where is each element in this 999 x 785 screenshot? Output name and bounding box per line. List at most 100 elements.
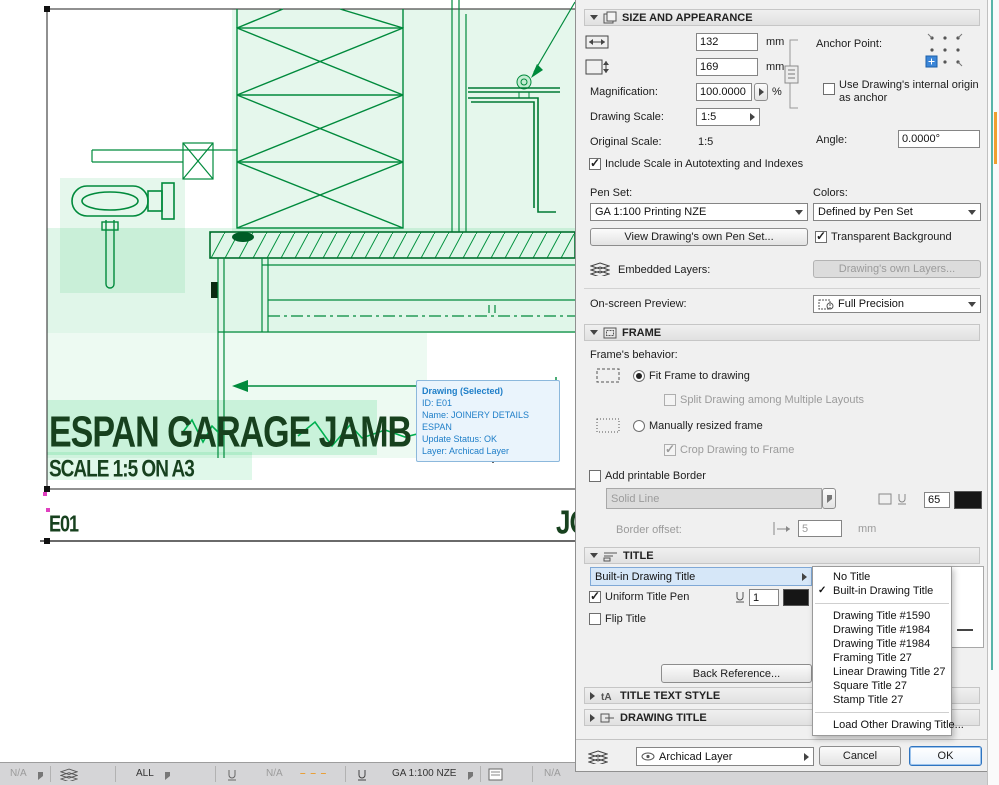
layer-icon [588, 750, 608, 764]
document-icon[interactable] [488, 768, 503, 781]
title-icon [603, 552, 617, 561]
drawing-width-icon [585, 35, 609, 49]
colors-dropdown[interactable]: Defined by Pen Set [813, 203, 981, 221]
drawing-title-text: ESPAN GARAGE JAMB [49, 408, 412, 457]
pen-icon[interactable] [226, 769, 238, 781]
menu-item[interactable]: ✓ Built-in Drawing Title [813, 584, 951, 598]
section-title: TITLE TEXT STYLE [620, 689, 721, 702]
drawing-scale-dropdown[interactable]: 1:5 [696, 108, 760, 126]
statusbar-pen-set[interactable]: GA 1:100 NZE [392, 768, 456, 779]
dropdown-arrow-icon [968, 209, 976, 215]
menu-separator [815, 603, 949, 604]
manual-frame-radio[interactable] [633, 420, 645, 432]
statusbar-arrow-icon[interactable] [38, 772, 43, 780]
anchor-point-selector[interactable] [924, 31, 964, 69]
preview-label: On-screen Preview: [590, 298, 687, 310]
menu-item[interactable]: Square Title 27 [813, 679, 951, 693]
collapse-arrow-icon [590, 713, 595, 722]
pen-set-value: GA 1:100 Printing NZE [595, 206, 707, 218]
split-drawing-checkbox[interactable] [664, 394, 676, 406]
colors-label: Colors: [813, 187, 848, 199]
section-header-title[interactable]: TITLE [584, 547, 980, 564]
eye-icon [641, 752, 655, 761]
archicad-window: ESPAN GARAGE JAMB SCALE 1:5 ON A3 E01 JO… [0, 0, 999, 785]
section-header-size-appearance[interactable]: SIZE AND APPEARANCE [584, 9, 980, 26]
preview-value: Full Precision [838, 298, 905, 310]
magnification-input[interactable] [696, 83, 752, 101]
border-pen-input[interactable] [924, 492, 950, 508]
tooltip-id: ID: E01 [422, 398, 453, 408]
crop-drawing-label: Crop Drawing to Frame [680, 444, 795, 456]
menu-item[interactable]: Drawing Title #1984 [813, 637, 951, 651]
transparent-background-checkbox[interactable] [815, 229, 827, 243]
menu-item[interactable]: Drawing Title #1984 [813, 623, 951, 637]
view-pen-set-button[interactable]: View Drawing's own Pen Set... [590, 228, 808, 246]
border-line-type-value: Solid Line [611, 492, 660, 505]
drawing-canvas[interactable]: ESPAN GARAGE JAMB SCALE 1:5 ON A3 E01 JO… [0, 0, 575, 762]
use-origin-label: Use Drawing's internal origin as anchor [839, 79, 979, 104]
statusbar-dashes: – – – [300, 768, 328, 779]
section-header-frame[interactable]: FRAME [584, 324, 980, 341]
pen-set-dropdown[interactable]: GA 1:100 Printing NZE [590, 203, 808, 221]
view-pen-set-label: View Drawing's own Pen Set... [624, 231, 774, 243]
statusbar-field-3[interactable]: N/A [544, 768, 561, 779]
title-type-dropdown[interactable]: Built-in Drawing Title [590, 567, 812, 586]
border-line-type-dropdown[interactable]: Solid Line [606, 488, 822, 509]
width-input[interactable] [696, 33, 758, 51]
clipped-drawing-title: JO [556, 503, 575, 542]
menu-item[interactable]: Drawing Title #1590 [813, 609, 951, 623]
original-scale-label: Original Scale: [590, 136, 662, 148]
statusbar-separator [480, 766, 481, 782]
statusbar-arrow-icon[interactable] [468, 772, 473, 780]
title-pen-input[interactable] [749, 589, 779, 606]
uniform-title-pen-checkbox[interactable] [589, 589, 601, 603]
back-reference-label: Back Reference... [692, 667, 781, 680]
menu-item[interactable]: Linear Drawing Title 27 [813, 665, 951, 679]
crop-drawing-checkbox[interactable] [664, 442, 676, 456]
statusbar-layer-filter[interactable]: ALL [136, 768, 154, 779]
height-input[interactable] [696, 58, 758, 76]
flip-title-checkbox[interactable] [589, 613, 601, 625]
title-dropdown-menu: No Title ✓ Built-in Drawing Title Drawin… [812, 566, 964, 736]
add-border-label: Add printable Border [605, 470, 706, 482]
cancel-button[interactable]: Cancel [819, 746, 901, 766]
border-line-flyout-button[interactable] [822, 488, 836, 509]
title-type-value: Built-in Drawing Title [595, 570, 696, 583]
magnification-flyout-button[interactable] [754, 83, 768, 101]
own-layers-button[interactable]: Drawing's own Layers... [813, 260, 981, 278]
statusbar-arrow-icon[interactable] [165, 772, 170, 780]
ok-button[interactable]: OK [909, 746, 982, 766]
layer-dropdown[interactable]: Archicad Layer [636, 747, 814, 766]
fit-frame-radio[interactable] [633, 370, 645, 382]
border-pen-color-swatch[interactable] [954, 491, 982, 509]
statusbar-field-2[interactable]: N/A [266, 768, 283, 779]
layers-icon[interactable] [60, 768, 78, 781]
include-scale-checkbox[interactable] [589, 156, 601, 170]
border-offset-input[interactable] [798, 520, 842, 537]
title-pen-icon [736, 592, 744, 603]
title-pen-color-swatch[interactable] [783, 589, 809, 606]
pen-set-icon[interactable] [356, 769, 368, 781]
keep-proportions-chain-icon[interactable] [782, 36, 804, 112]
pen-set-label: Pen Set: [590, 187, 633, 199]
use-origin-checkbox[interactable] [823, 83, 835, 95]
back-reference-button[interactable]: Back Reference... [661, 664, 812, 683]
statusbar-field-1[interactable]: N/A [10, 768, 27, 779]
border-offset-icon [773, 522, 790, 535]
collapse-arrow-icon [590, 691, 595, 700]
title-preview-mark [957, 629, 973, 631]
angle-input[interactable] [898, 130, 980, 148]
preview-dropdown[interactable]: Full Precision [813, 295, 981, 313]
include-scale-label: Include Scale in Autotexting and Indexes [605, 158, 804, 170]
edge-marker-orange [994, 112, 997, 164]
flip-title-label: Flip Title [605, 613, 646, 625]
collapse-arrow-icon [590, 15, 598, 20]
menu-item[interactable]: Load Other Drawing Title... [813, 718, 964, 732]
menu-item[interactable]: Framing Title 27 [813, 651, 951, 665]
menu-item[interactable]: Stamp Title 27 [813, 693, 951, 707]
menu-item[interactable]: No Title [813, 570, 951, 584]
magnification-unit-label: % [772, 86, 782, 98]
add-border-checkbox[interactable] [589, 470, 601, 482]
section-title: TITLE [623, 549, 654, 562]
divider [576, 739, 988, 740]
